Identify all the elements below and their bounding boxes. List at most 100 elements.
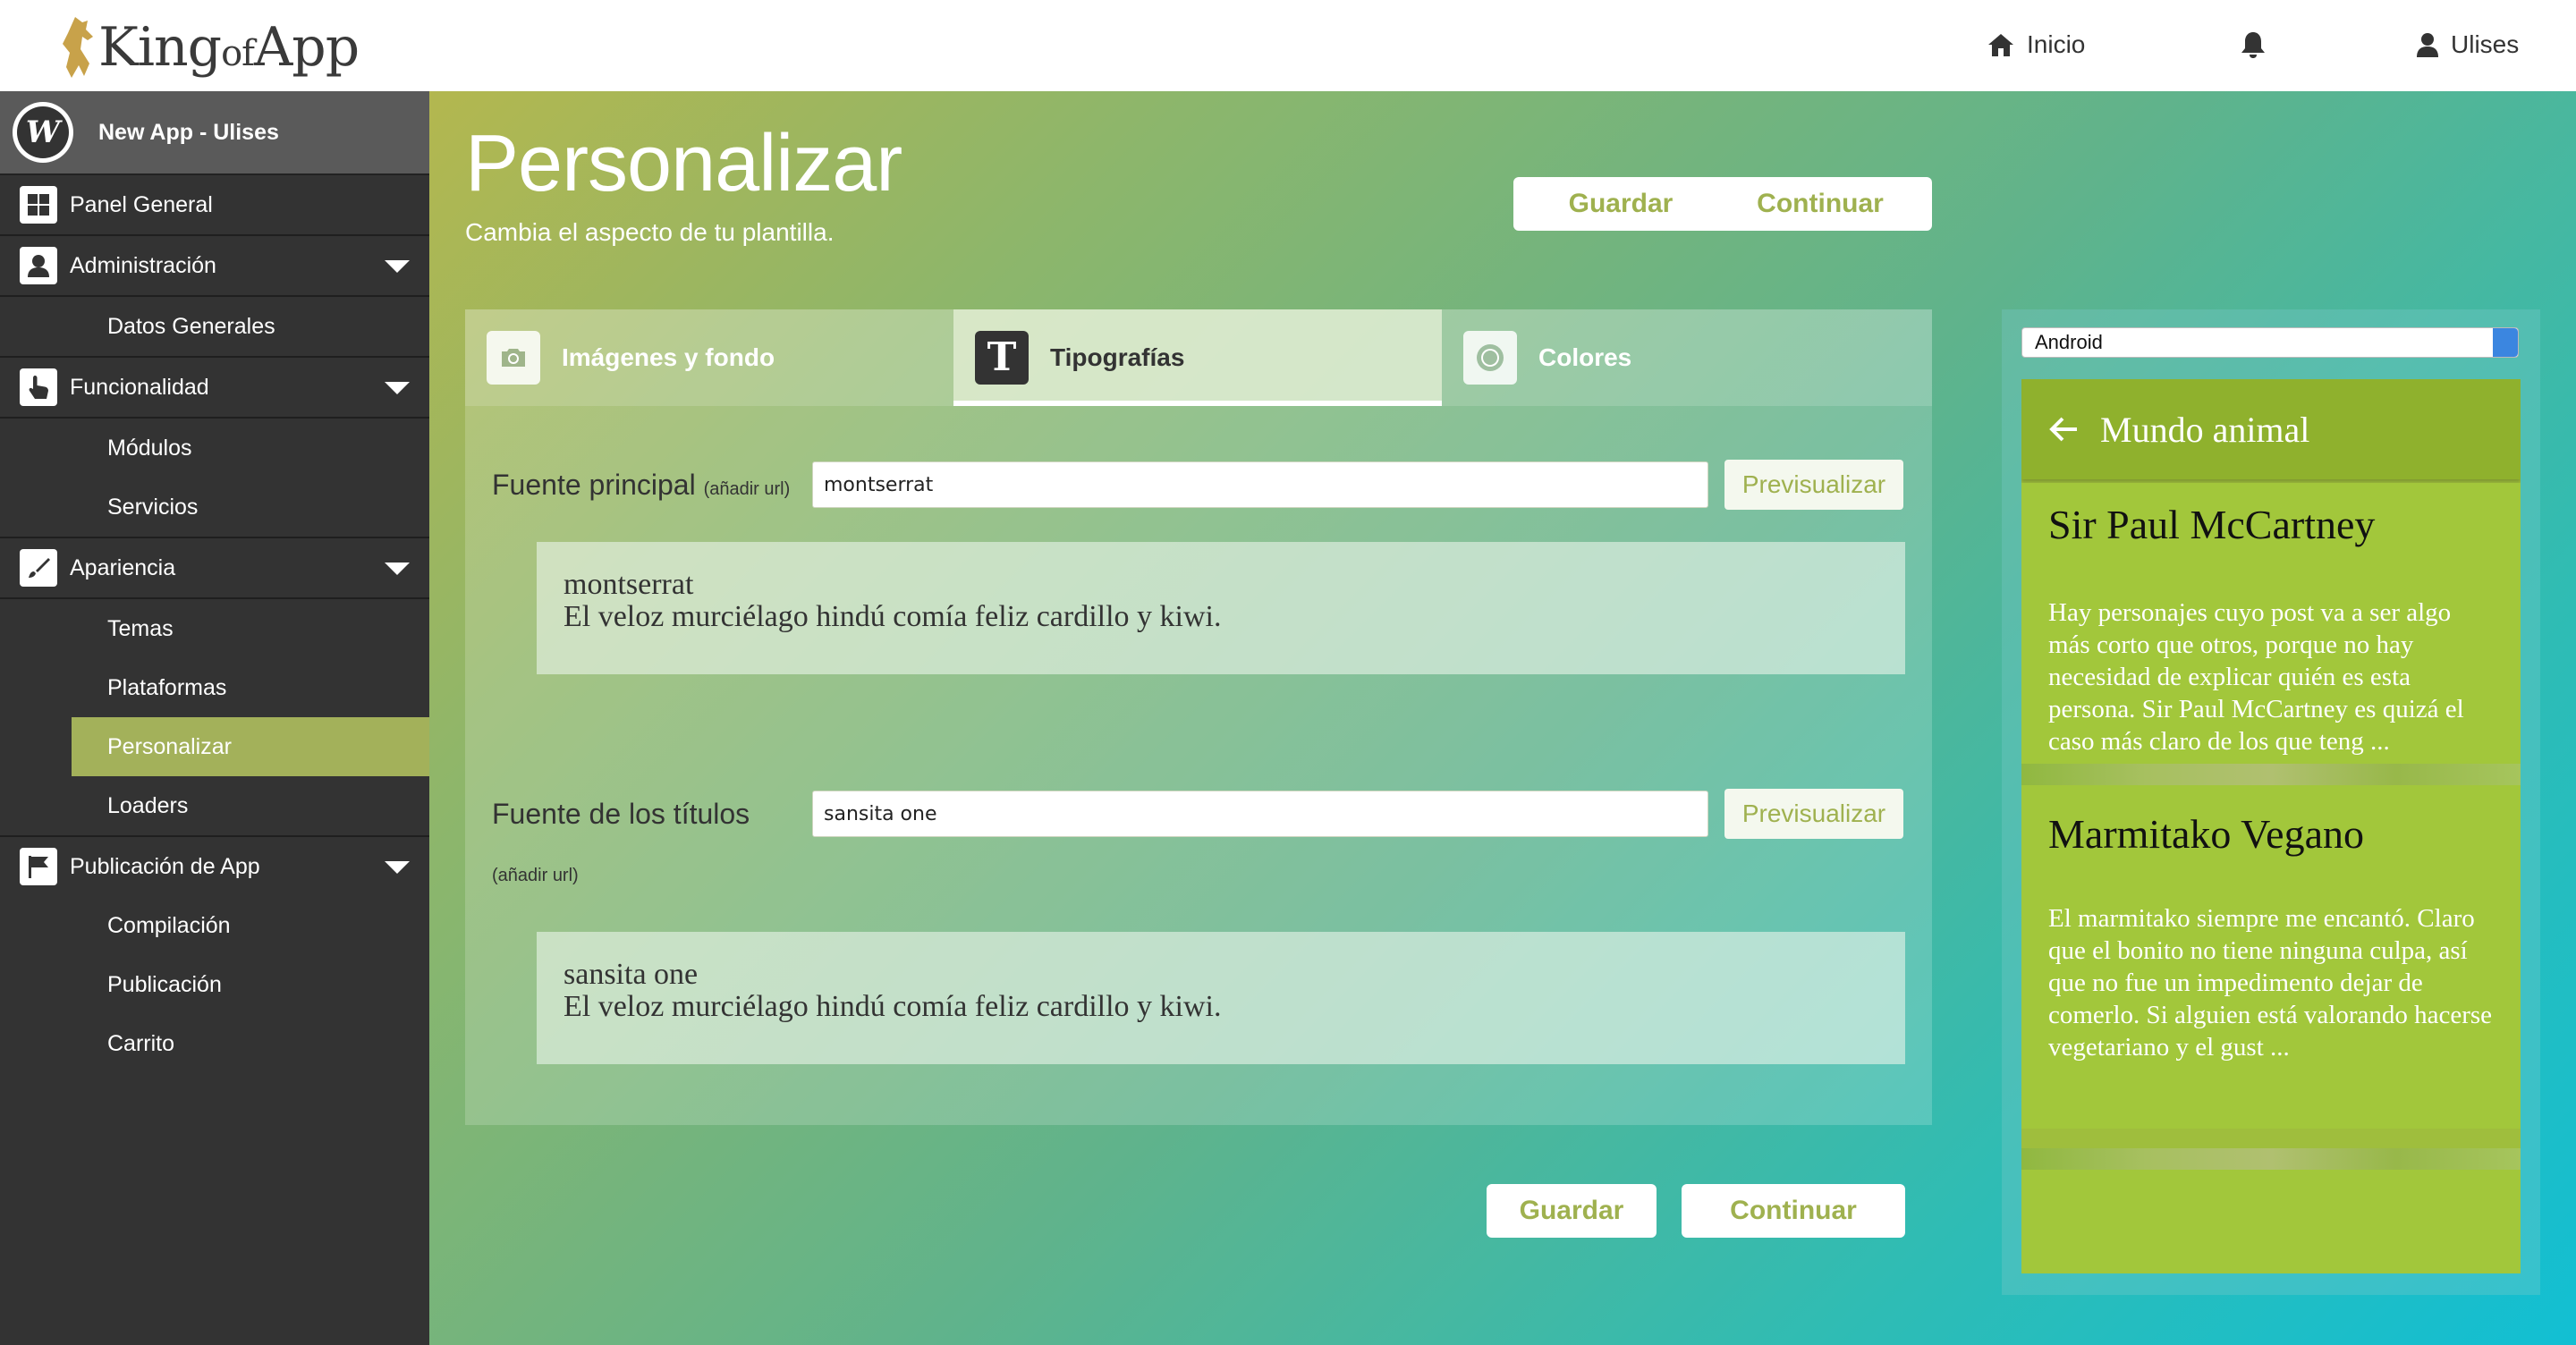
title-font-preview-button[interactable]: Previsualizar xyxy=(1724,789,1903,839)
sidebar-item-label: Servicios xyxy=(107,494,199,520)
sidebar-item-temas[interactable]: Temas xyxy=(0,599,429,658)
sidebar-item-datos-generales[interactable]: Datos Generales xyxy=(0,297,429,358)
title-font-preview: sansita one El veloz murciélago hindú co… xyxy=(537,932,1905,1064)
sidebar-item-label: Carrito xyxy=(107,1030,175,1056)
phone-card-image-strip xyxy=(2021,764,2521,785)
continue-button-bottom[interactable]: Continuar xyxy=(1682,1184,1905,1238)
nav-home-label: Inicio xyxy=(2027,30,2086,58)
app-avatar: W xyxy=(13,102,73,163)
hand-pointer-icon xyxy=(20,368,57,406)
sidebar-item-label: Loaders xyxy=(107,792,189,818)
nav-user[interactable]: Ulises xyxy=(2417,27,2519,63)
sidebar-item-personalizar[interactable]: Personalizar xyxy=(72,717,429,776)
nav-user-label: Ulises xyxy=(2451,30,2520,58)
tab-typography[interactable]: T Tipografías xyxy=(953,309,1442,406)
chevron-down-icon xyxy=(385,260,410,273)
sidebar-item-label: Datos Generales xyxy=(107,313,275,339)
notifications-button[interactable] xyxy=(2240,27,2267,63)
sidebar-item-label: Publicación xyxy=(107,971,222,997)
home-icon xyxy=(1988,34,2013,56)
main-font-label: Fuente principal (añadir url) xyxy=(492,469,790,502)
tab-images-background[interactable]: Imágenes y fondo xyxy=(465,309,953,406)
title-font-hint: (añadir url) xyxy=(492,866,579,885)
title-font-preview-name: sansita one xyxy=(564,958,699,991)
sidebar-item-compilacion[interactable]: Compilación xyxy=(0,896,429,955)
app-logo-icon: W xyxy=(17,106,69,158)
phone-app-bar-title: Mundo animal xyxy=(2100,409,2310,450)
phone-card[interactable]: Sir Paul McCartney Hay personajes cuyo p… xyxy=(2021,483,2521,764)
logo-word-king: King xyxy=(98,16,222,79)
user-icon xyxy=(20,247,57,284)
sidebar-item-plataformas[interactable]: Plataformas xyxy=(0,658,429,717)
arrow-left-icon[interactable] xyxy=(2048,416,2079,443)
tab-label: Colores xyxy=(1538,343,1632,371)
nav-home[interactable]: Inicio xyxy=(1987,27,2085,63)
phone-card[interactable]: Marmitako Vegano El marmitako siempre me… xyxy=(2021,785,2521,1129)
platform-select[interactable]: Android xyxy=(2021,327,2519,358)
sidebar-item-loaders[interactable]: Loaders xyxy=(0,776,429,837)
main-font-hint: (añadir url) xyxy=(703,479,791,499)
title-font-input[interactable]: sansita one xyxy=(812,791,1708,837)
sidebar-section-funcionalidad[interactable]: Funcionalidad xyxy=(0,358,429,419)
phone-card-title: Sir Paul McCartney xyxy=(2048,502,2376,547)
save-button-bottom[interactable]: Guardar xyxy=(1487,1184,1657,1238)
main-content: Personalizar Cambia el aspecto de tu pla… xyxy=(429,91,2576,1345)
palette-icon xyxy=(1463,331,1517,385)
sidebar-section-label: Administración xyxy=(70,252,216,278)
sidebar-item-label: Módulos xyxy=(107,435,192,461)
sidebar-section-apariencia[interactable]: Apariencia xyxy=(0,538,429,599)
app-title: New App - Ulises xyxy=(98,119,279,145)
sidebar-item-label: Temas xyxy=(107,615,174,641)
main-font-preview: montserrat El veloz murciélago hindú com… xyxy=(537,542,1905,674)
phone-card-body: Hay personajes cuyo post va a ser algo m… xyxy=(2048,598,2464,756)
camera-icon xyxy=(487,331,540,385)
logo[interactable]: KingofApp xyxy=(57,7,360,88)
main-font-label-text: Fuente principal xyxy=(492,469,696,501)
main-font-preview-text: El veloz murciélago hindú comía feliz ca… xyxy=(564,600,1222,633)
chevron-down-icon xyxy=(385,563,410,575)
chevron-down-icon xyxy=(385,382,410,394)
grid-icon xyxy=(20,186,57,224)
brush-icon xyxy=(20,549,57,587)
sidebar-section-label: Funcionalidad xyxy=(70,374,209,400)
main-font-preview-button[interactable]: Previsualizar xyxy=(1724,460,1903,510)
sidebar-item-carrito[interactable]: Carrito xyxy=(0,1014,429,1073)
phone-card-image-strip xyxy=(2021,1148,2521,1170)
phone-card xyxy=(2021,1170,2521,1273)
page-title: Personalizar xyxy=(465,119,902,208)
flag-icon xyxy=(20,848,57,885)
sidebar-section-administracion[interactable]: Administración xyxy=(0,236,429,297)
save-button-top[interactable]: Guardar xyxy=(1513,177,1728,231)
sidebar-item-publicacion[interactable]: Publicación xyxy=(0,955,429,1014)
sidebar-section-label: Apariencia xyxy=(70,554,176,580)
continue-button-top[interactable]: Continuar xyxy=(1708,177,1932,231)
phone-preview-panel: Android Mundo animal Sir Paul McCartney … xyxy=(2002,309,2540,1295)
typography-icon: T xyxy=(975,331,1029,385)
top-bar: KingofApp Inicio Ulises xyxy=(0,0,2576,91)
chevron-down-icon xyxy=(385,861,410,874)
sidebar: W New App - Ulises Panel General Adminis… xyxy=(0,91,429,1345)
platform-select-value: Android xyxy=(2035,331,2103,353)
tab-colors[interactable]: Colores xyxy=(1442,309,1930,406)
sidebar-item-label: Panel General xyxy=(70,191,213,217)
phone-screen: Mundo animal Sir Paul McCartney Hay pers… xyxy=(2021,379,2521,1273)
logo-word-app: App xyxy=(253,16,360,79)
sidebar-item-panel-general[interactable]: Panel General xyxy=(0,175,429,236)
tab-label: Imágenes y fondo xyxy=(562,343,775,371)
bell-icon xyxy=(2241,32,2265,58)
title-font-label: Fuente de los títulos xyxy=(492,798,750,830)
select-arrows-icon xyxy=(2493,328,2518,357)
phone-card-title: Marmitako Vegano xyxy=(2048,811,2365,857)
phone-card-body: El marmitako siempre me encantó. Claro q… xyxy=(2048,904,2493,1062)
main-font-input[interactable]: montserrat xyxy=(812,461,1708,508)
customize-panel: Imágenes y fondo T Tipografías Colores F… xyxy=(465,309,1932,1125)
sidebar-section-publicacion-app[interactable]: Publicación de App xyxy=(0,837,429,896)
sidebar-item-modulos[interactable]: Módulos xyxy=(0,419,429,478)
sidebar-section-label: Publicación de App xyxy=(70,853,260,879)
tab-label: Tipografías xyxy=(1050,343,1185,371)
title-font-preview-text: El veloz murciélago hindú comía feliz ca… xyxy=(564,990,1222,1023)
user-icon xyxy=(2417,33,2438,57)
app-header[interactable]: W New App - Ulises xyxy=(0,91,429,175)
sidebar-item-servicios[interactable]: Servicios xyxy=(0,478,429,538)
sidebar-item-label: Compilación xyxy=(107,912,231,938)
